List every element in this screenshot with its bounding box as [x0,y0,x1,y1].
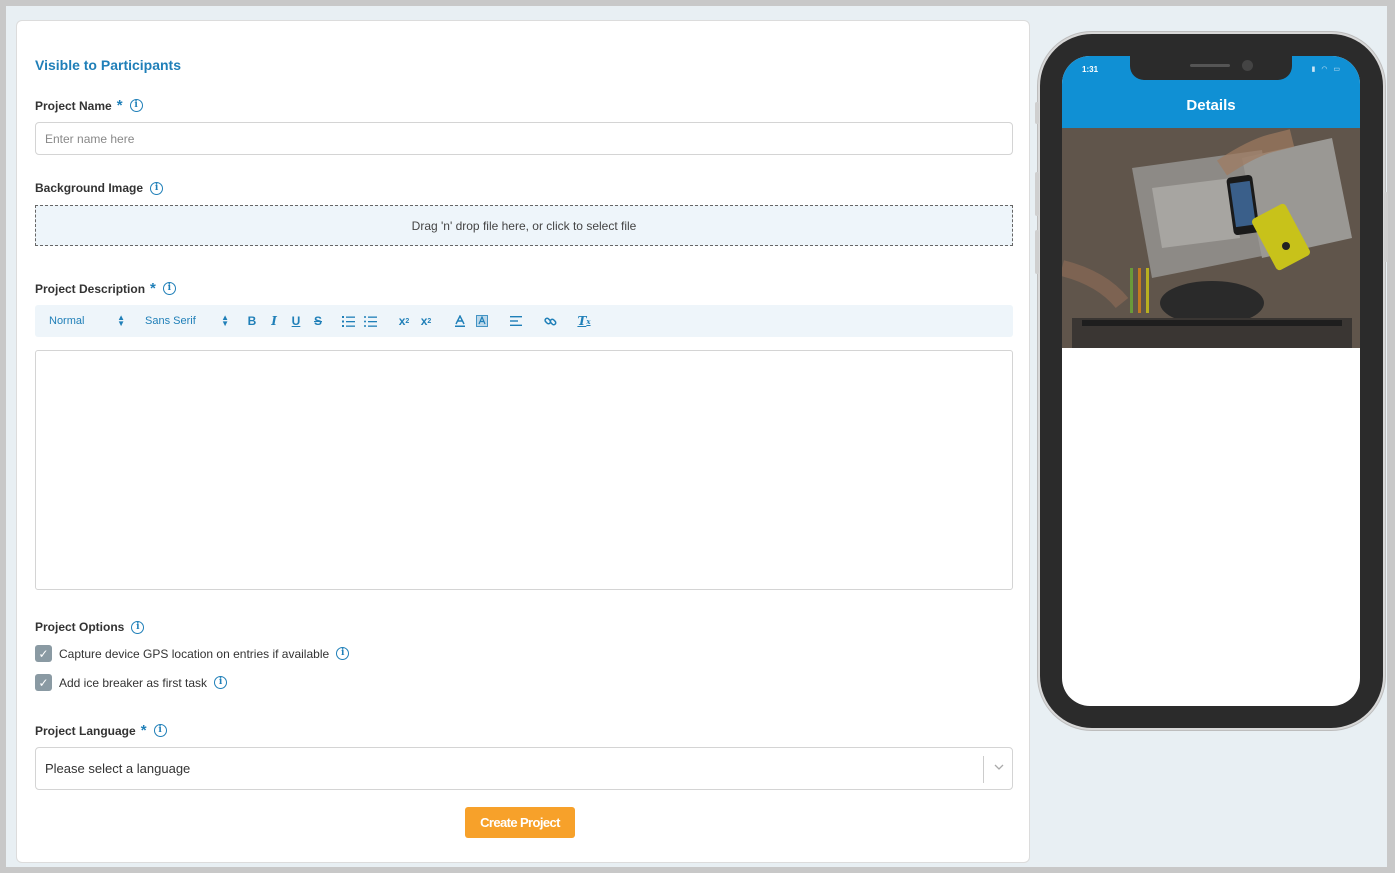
info-icon[interactable]: i [153,724,167,737]
section-title: Visible to Participants [35,57,182,73]
info-icon[interactable]: i [131,620,145,634]
info-icon[interactable]: i [162,282,176,295]
info-icon[interactable]: i [336,647,350,660]
info-icon[interactable]: i [214,676,228,689]
select-arrows-icon: ▲ ▼ [221,313,229,328]
project-name-label: Project Name * i [35,97,143,114]
project-language-label: Project Language * i [35,722,167,739]
project-form-card: Visible to Participants Project Name * i… [16,20,1030,863]
phone-side-button [1035,230,1039,274]
phone-side-button [1035,172,1039,216]
workspace-photo-icon [1062,128,1360,348]
rich-text-toolbar: Normal ▲▼ Sans Serif ▲▼ B I U S x2 x2 [35,305,1013,337]
project-description-label: Project Description * i [35,280,176,297]
language-select[interactable]: Please select a language [35,747,1013,790]
align-icon[interactable] [505,312,527,330]
description-editor[interactable] [35,350,1013,590]
chevron-down-icon[interactable] [994,761,1004,773]
text-color-icon[interactable] [449,312,471,330]
superscript-button[interactable]: x2 [415,312,437,330]
background-image-dropzone[interactable]: Drag 'n' drop file here, or click to sel… [35,205,1013,246]
option-icebreaker-row[interactable]: ✓ Add ice breaker as first task i [35,674,228,691]
project-name-input[interactable] [35,122,1013,155]
ordered-list-icon[interactable] [337,312,359,330]
language-select-placeholder: Please select a language [45,761,191,776]
required-marker: * [150,280,156,297]
phone-preview: 1:31 ▮ ◠ ▭ Details [1035,34,1388,728]
checkbox-checked[interactable]: ✓ [35,674,52,691]
subscript-button[interactable]: x2 [393,312,415,330]
phone-side-button [1384,192,1388,262]
create-project-button[interactable]: Create Project [465,807,575,838]
status-time: 1:31 [1082,65,1099,74]
info-icon[interactable]: i [129,99,143,112]
bold-button[interactable]: B [241,312,263,330]
dropzone-text: Drag 'n' drop file here, or click to sel… [411,218,637,233]
background-preview-image [1062,128,1360,348]
background-color-icon[interactable] [471,312,493,330]
phone-title: Details [1186,97,1236,114]
strikethrough-button[interactable]: S [307,312,329,330]
option-gps-label: Capture device GPS location on entries i… [59,646,330,661]
font-family-select[interactable]: Sans Serif ▲ ▼ [145,313,229,328]
background-image-label: Background Image i [35,181,164,195]
clear-formatting-button[interactable]: Tx [573,312,595,330]
select-divider [983,756,984,783]
project-options-label: Project Options i [35,620,145,634]
speaker-icon [1190,64,1230,67]
checkbox-checked[interactable]: ✓ [35,645,52,662]
phone-side-button [1035,102,1039,124]
camera-icon [1242,60,1253,71]
page-frame: Visible to Participants Project Name * i… [0,0,1395,873]
info-icon[interactable]: i [150,181,164,195]
required-marker: * [116,97,123,114]
option-icebreaker-label: Add ice breaker as first task [59,675,208,690]
phone-notch [1130,56,1292,80]
select-arrows-icon: ▲ ▼ [117,313,125,328]
option-gps-row[interactable]: ✓ Capture device GPS location on entries… [35,645,350,662]
text-size-select[interactable]: Normal ▲ ▼ [49,313,139,328]
status-icons: ▮ ◠ ▭ [1311,66,1342,73]
italic-button[interactable]: I [263,312,285,330]
underline-button[interactable]: U [285,312,307,330]
required-marker: * [140,722,147,739]
link-icon[interactable] [539,312,561,330]
phone-screen: 1:31 ▮ ◠ ▭ Details [1062,56,1360,706]
bullet-list-icon[interactable] [359,312,381,330]
